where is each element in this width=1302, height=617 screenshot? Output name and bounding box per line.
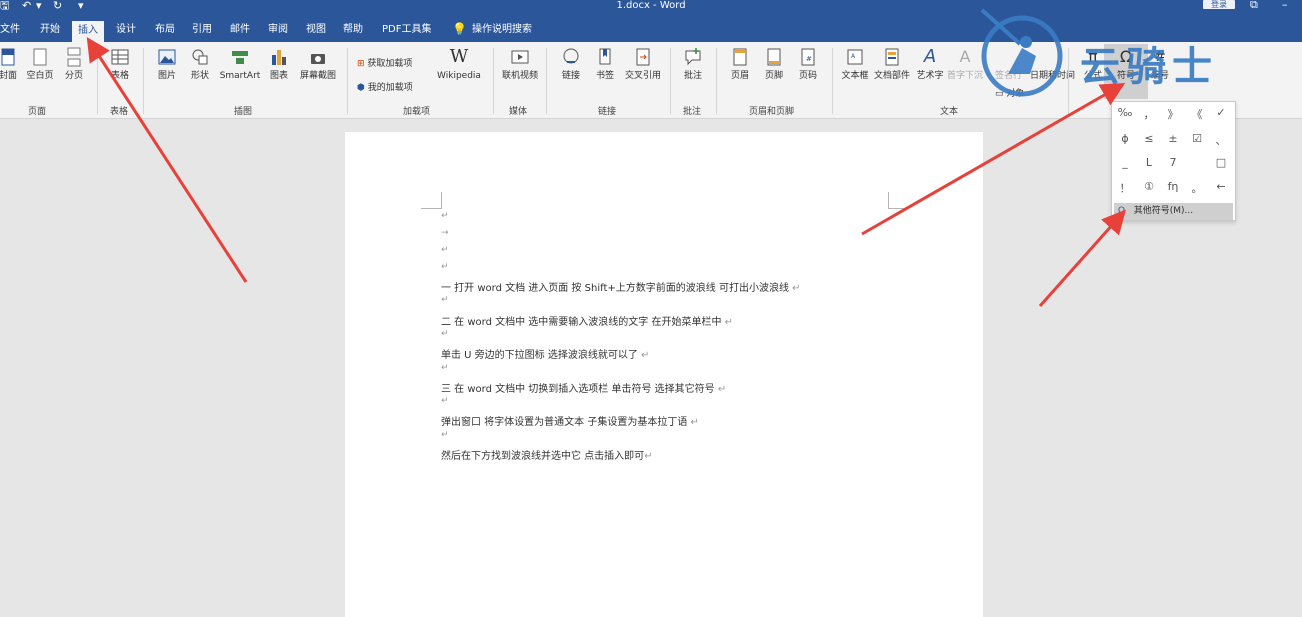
annotation-arrows <box>86 36 1126 307</box>
arrow-to-more-symbols <box>1038 209 1126 307</box>
arrow-to-symbol-button <box>861 83 1126 236</box>
arrow-to-insert-tab <box>86 36 248 283</box>
